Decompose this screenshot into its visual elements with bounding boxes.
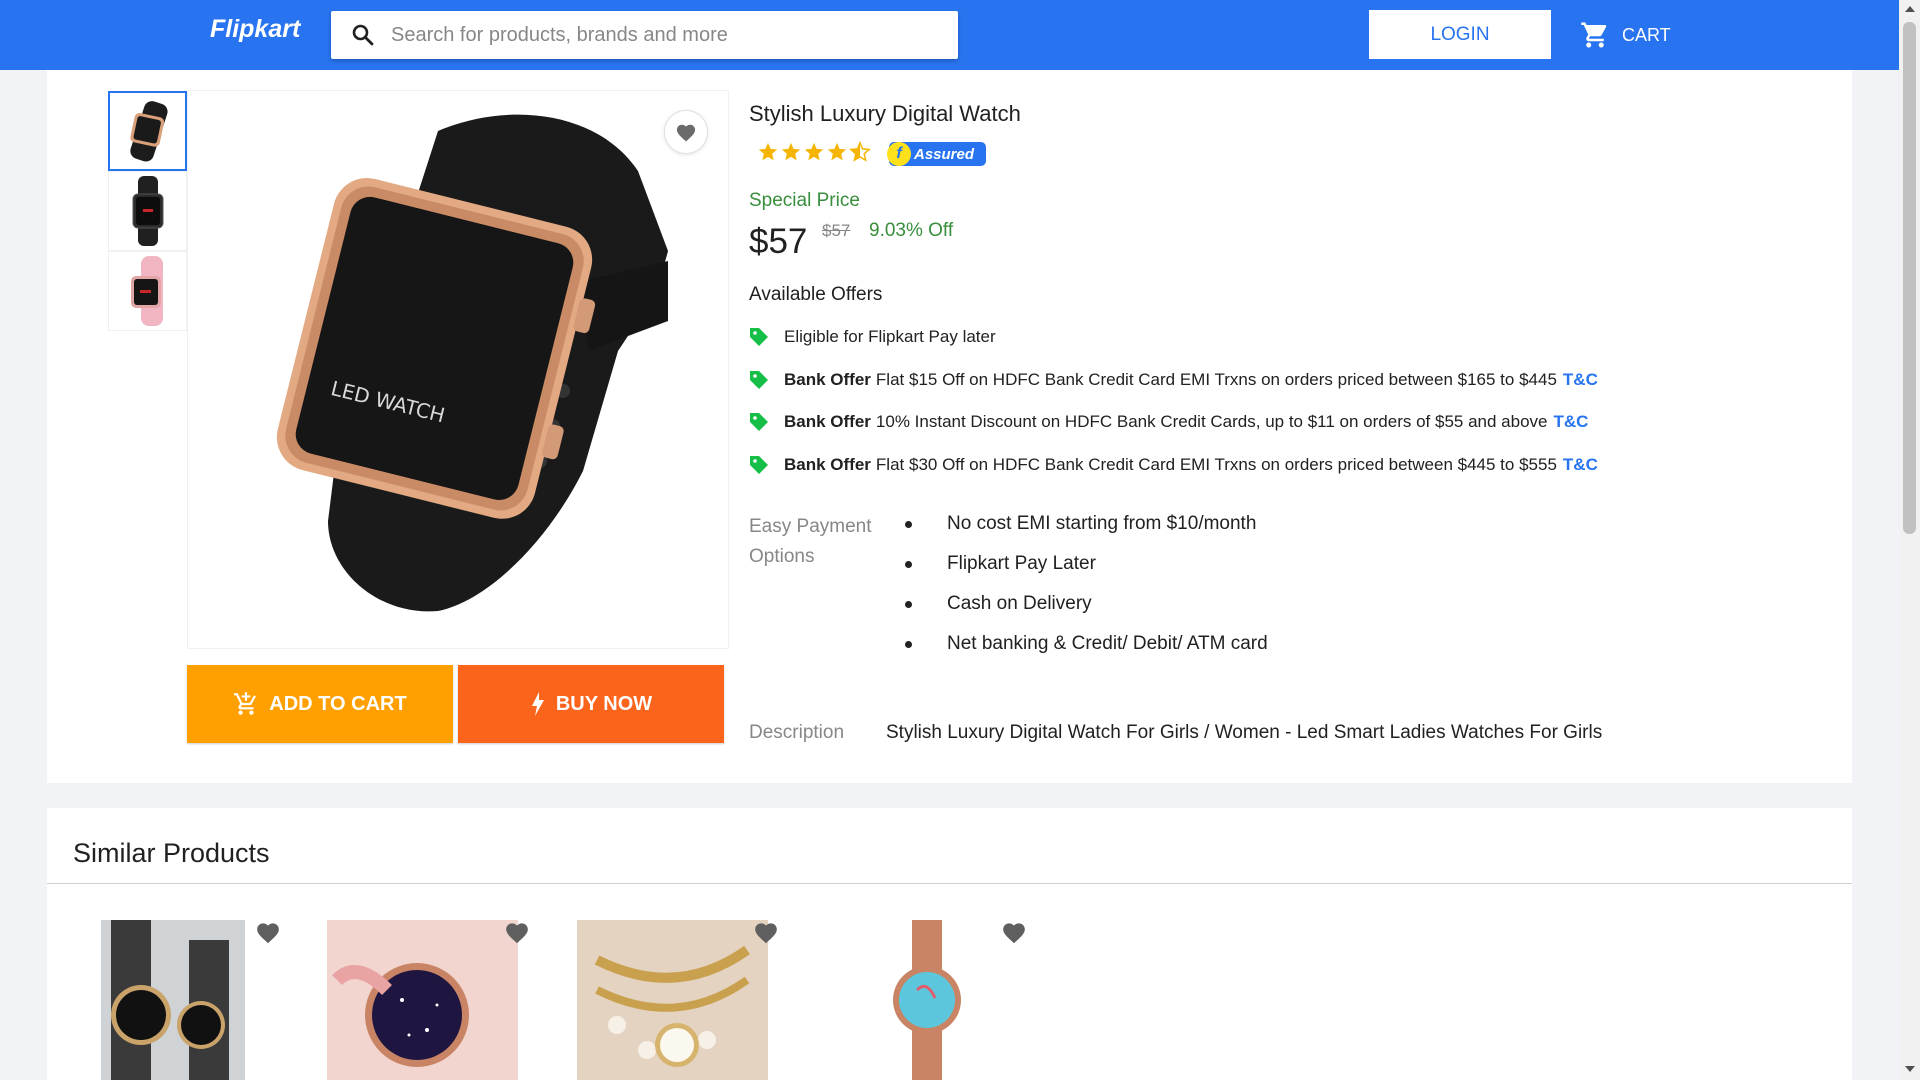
scroll-thumb[interactable] — [1903, 22, 1916, 534]
bracelet-watch-image — [577, 920, 768, 1080]
heart-icon[interactable] — [255, 919, 281, 945]
description-label: Description — [749, 722, 845, 743]
heart-icon[interactable] — [504, 919, 530, 945]
led-watch-image: LED WATCH — [276, 114, 668, 612]
thumbnail-list — [108, 91, 187, 331]
current-price: $57 — [749, 222, 808, 261]
page-scrollbar[interactable] — [1899, 0, 1920, 1080]
wishlist-button[interactable] — [664, 110, 708, 154]
cart-button[interactable]: CART — [1580, 20, 1671, 50]
assured-badge: f Assured — [887, 142, 986, 166]
flipkart-f-icon: f — [887, 142, 911, 166]
easy-payment-label: Easy Payment Options — [749, 516, 872, 567]
similar-product-3[interactable] — [577, 920, 768, 1080]
offer-type: Bank Offer — [784, 370, 871, 389]
add-cart-icon — [234, 692, 257, 715]
starry-watch-image — [327, 920, 518, 1080]
cart-label: CART — [1622, 24, 1671, 45]
special-price-label: Special Price — [749, 190, 860, 211]
similar-product-2[interactable] — [327, 920, 518, 1080]
half-star-icon — [849, 141, 871, 162]
assured-label: Assured — [914, 145, 975, 163]
offer-text: Eligible for Flipkart Pay later — [784, 327, 996, 346]
thumbnail-1[interactable] — [108, 91, 187, 171]
offer-type: Bank Offer — [784, 412, 871, 431]
payment-option: Net banking & Credit/ Debit/ ATM card — [905, 628, 1268, 668]
star-icon — [804, 142, 824, 161]
offer-text: Flat $30 Off on HDFC Bank Credit Card EM… — [875, 455, 1557, 474]
couple-watch-image — [101, 920, 245, 1080]
similar-products-section: Similar Products — [47, 808, 1852, 1080]
payment-options-list: No cost EMI starting from $10/month Flip… — [905, 508, 1268, 668]
add-to-cart-label: ADD TO CART — [269, 692, 407, 715]
divider — [47, 883, 1852, 884]
rating-stars — [757, 141, 872, 163]
product-title: Stylish Luxury Digital Watch — [749, 101, 1021, 126]
cart-icon — [1581, 22, 1607, 48]
offer-item: Bank Offer Flat $15 Off on HDFC Bank Cre… — [749, 370, 1598, 390]
lightning-icon — [531, 692, 544, 716]
scroll-up-arrow-icon[interactable] — [1905, 6, 1915, 12]
heart-icon — [676, 124, 696, 142]
offer-text: 10% Instant Discount on HDFC Bank Credit… — [875, 412, 1548, 431]
discount-percent: 9.03% Off — [869, 220, 954, 241]
terms-link[interactable]: T&C — [1554, 412, 1589, 432]
flipkart-logo[interactable]: Flipkart — [210, 15, 300, 44]
buy-now-button[interactable]: BUY NOW — [458, 665, 724, 743]
blue-dial-watch-image — [877, 920, 977, 1080]
login-button[interactable]: LOGIN — [1369, 10, 1551, 59]
terms-link[interactable]: T&C — [1563, 455, 1598, 475]
heart-icon[interactable] — [1001, 919, 1027, 945]
search-input[interactable] — [391, 11, 951, 59]
buy-now-label: BUY NOW — [555, 692, 653, 715]
original-price: $57 — [822, 221, 851, 240]
payment-option: Flipkart Pay Later — [905, 548, 1268, 588]
star-icon — [781, 142, 801, 161]
tag-icon — [750, 456, 768, 474]
heart-icon[interactable] — [753, 919, 779, 945]
tag-icon — [750, 371, 768, 389]
payment-option: Cash on Delivery — [905, 588, 1268, 628]
similar-products-title: Similar Products — [73, 838, 270, 868]
offer-item: Bank Offer 10% Instant Discount on HDFC … — [749, 412, 1588, 432]
thumbnail-2[interactable] — [108, 171, 187, 251]
terms-link[interactable]: T&C — [1563, 370, 1598, 390]
product-main-image[interactable]: LED WATCH — [187, 90, 729, 649]
similar-product-4[interactable] — [877, 920, 977, 1080]
offer-type: Bank Offer — [784, 455, 871, 474]
offers-heading: Available Offers — [749, 284, 883, 305]
watch-thumbnail-image — [129, 101, 168, 162]
tag-icon — [750, 328, 768, 346]
scroll-down-arrow-icon[interactable] — [1905, 1066, 1915, 1072]
offer-item: Bank Offer Flat $30 Off on HDFC Bank Cre… — [749, 455, 1598, 475]
watch-thumbnail-image — [132, 176, 163, 246]
top-header: Flipkart LOGIN CART — [0, 0, 1899, 70]
similar-product-1[interactable] — [101, 920, 245, 1080]
star-icon — [758, 142, 778, 161]
watch-thumbnail-image — [130, 256, 163, 326]
offer-text: Flat $15 Off on HDFC Bank Credit Card EM… — [875, 370, 1557, 389]
description-text: Stylish Luxury Digital Watch For Girls /… — [886, 722, 1603, 743]
search-bar[interactable] — [331, 11, 958, 59]
offer-item: Eligible for Flipkart Pay later — [749, 327, 996, 347]
add-to-cart-button[interactable]: ADD TO CART — [187, 665, 453, 743]
tag-icon — [750, 413, 768, 431]
star-icon — [827, 142, 847, 161]
payment-option: No cost EMI starting from $10/month — [905, 508, 1268, 548]
search-icon[interactable] — [351, 23, 375, 47]
thumbnail-3[interactable] — [108, 251, 187, 331]
